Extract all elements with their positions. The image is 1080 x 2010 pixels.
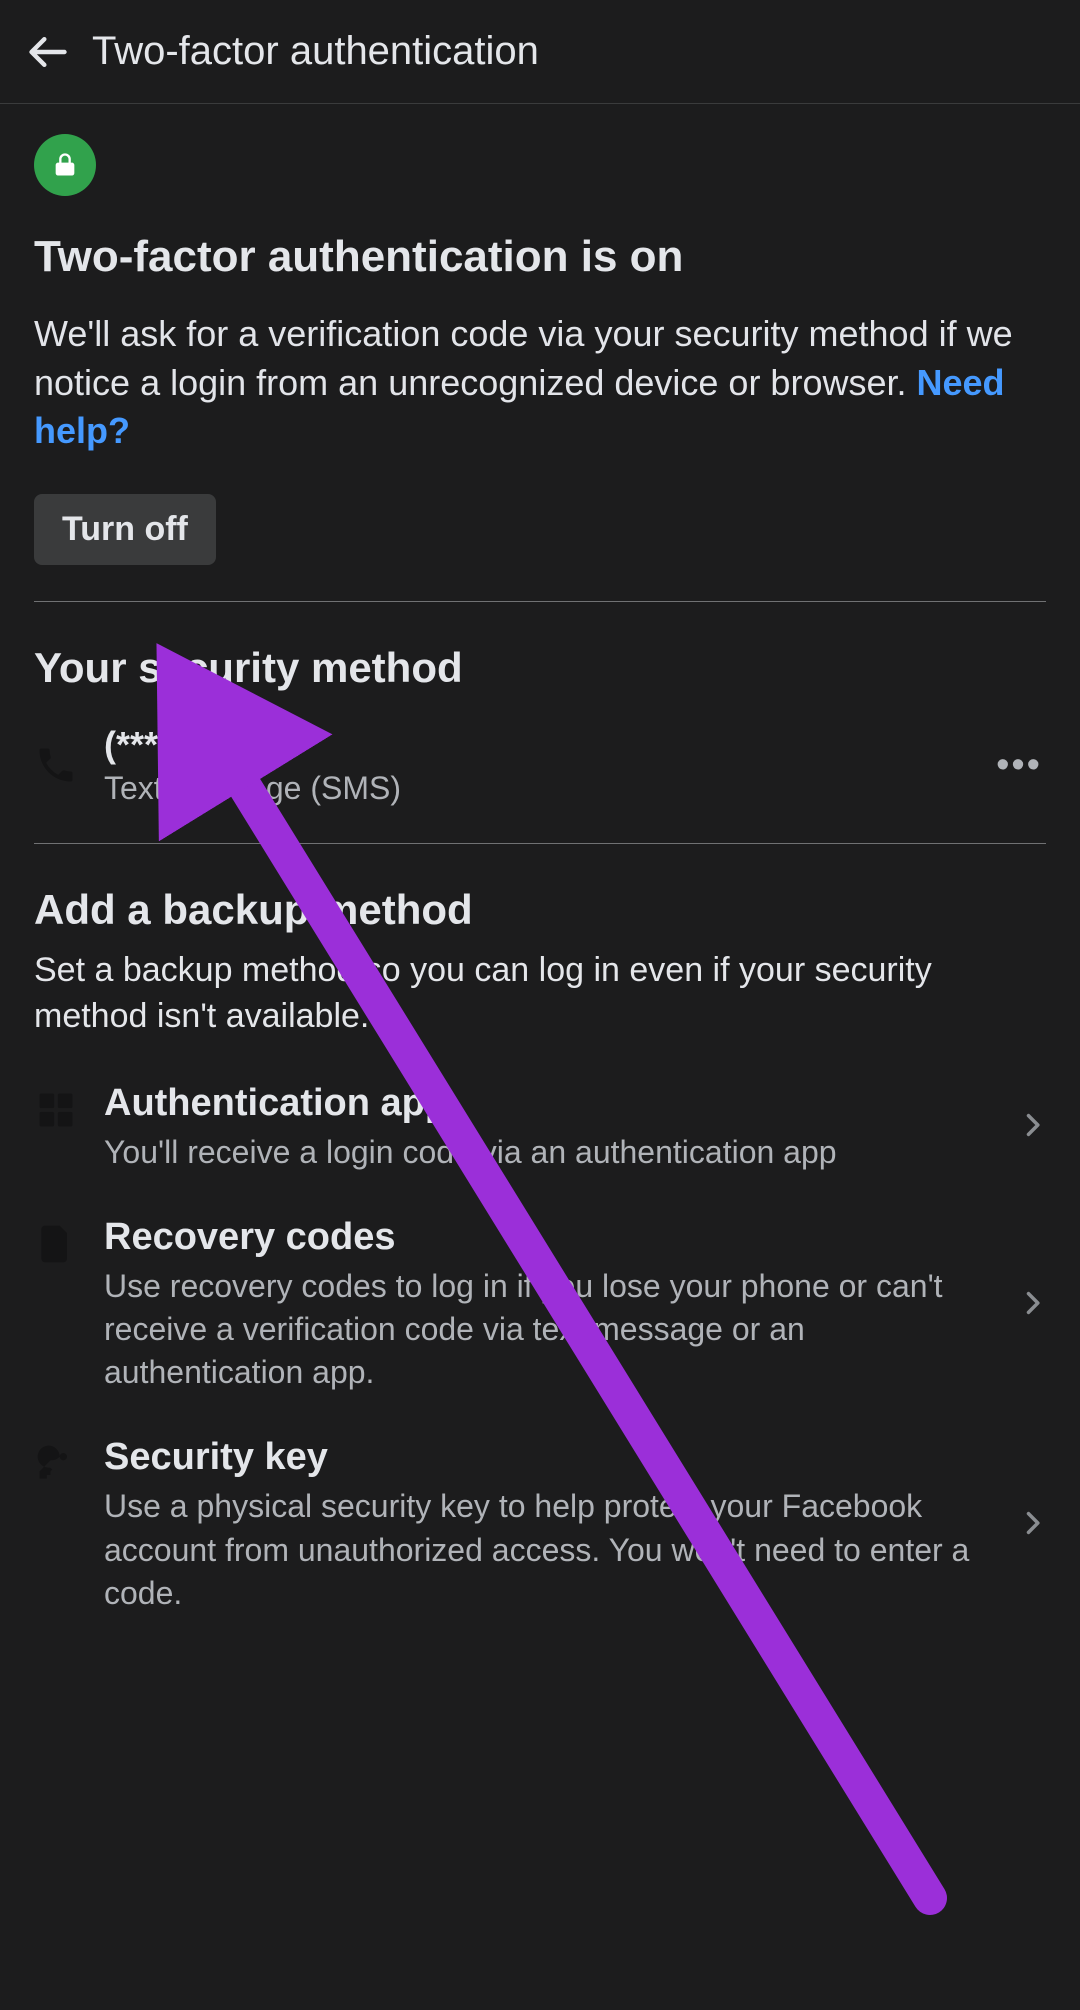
- arrow-left-icon: [26, 30, 70, 74]
- ellipsis-icon: •••: [996, 744, 1042, 786]
- security-method-row[interactable]: (***) ***-**15 Text message (SMS) •••: [34, 724, 1046, 807]
- backup-item-desc: Use a physical security key to help prot…: [104, 1485, 1004, 1615]
- backup-item-title: Authentication app: [104, 1082, 1004, 1125]
- backup-item-auth-app[interactable]: Authentication app You'll receive a logi…: [34, 1082, 1046, 1174]
- header-bar: Two-factor authentication: [0, 0, 1080, 104]
- backup-item-recovery-codes[interactable]: Recovery codes Use recovery codes to log…: [34, 1216, 1046, 1395]
- security-method-section-title: Your security method: [34, 644, 1046, 692]
- turn-off-button[interactable]: Turn off: [34, 494, 216, 565]
- security-method-type: Text message (SMS): [104, 770, 992, 807]
- status-description-text: We'll ask for a verification code via yo…: [34, 313, 1013, 403]
- lock-badge: [34, 134, 96, 196]
- backup-item-title: Recovery codes: [104, 1216, 1004, 1259]
- divider: [34, 843, 1046, 844]
- auth-app-icon: [34, 1082, 88, 1132]
- lock-icon: [51, 151, 79, 179]
- status-description: We'll ask for a verification code via yo…: [34, 310, 1046, 456]
- divider: [34, 601, 1046, 602]
- backup-section-title: Add a backup method: [34, 886, 1046, 934]
- backup-item-security-key[interactable]: Security key Use a physical security key…: [34, 1436, 1046, 1615]
- backup-item-desc: Use recovery codes to log in if you lose…: [104, 1265, 1004, 1395]
- phone-icon: [34, 743, 88, 787]
- document-icon: [34, 1216, 88, 1266]
- page-title: Two-factor authentication: [92, 29, 539, 74]
- status-title: Two-factor authentication is on: [34, 232, 1046, 282]
- backup-section-desc: Set a backup method so you can log in ev…: [34, 948, 1046, 1040]
- chevron-right-icon: [1004, 1283, 1046, 1328]
- more-options-button[interactable]: •••: [992, 734, 1046, 797]
- security-method-number: (***) ***-**15: [104, 724, 992, 766]
- back-button[interactable]: [24, 28, 72, 76]
- chevron-right-icon: [1004, 1503, 1046, 1548]
- key-icon: [34, 1436, 88, 1486]
- backup-item-desc: You'll receive a login code via an authe…: [104, 1131, 1004, 1174]
- backup-item-title: Security key: [104, 1436, 1004, 1479]
- chevron-right-icon: [1004, 1105, 1046, 1150]
